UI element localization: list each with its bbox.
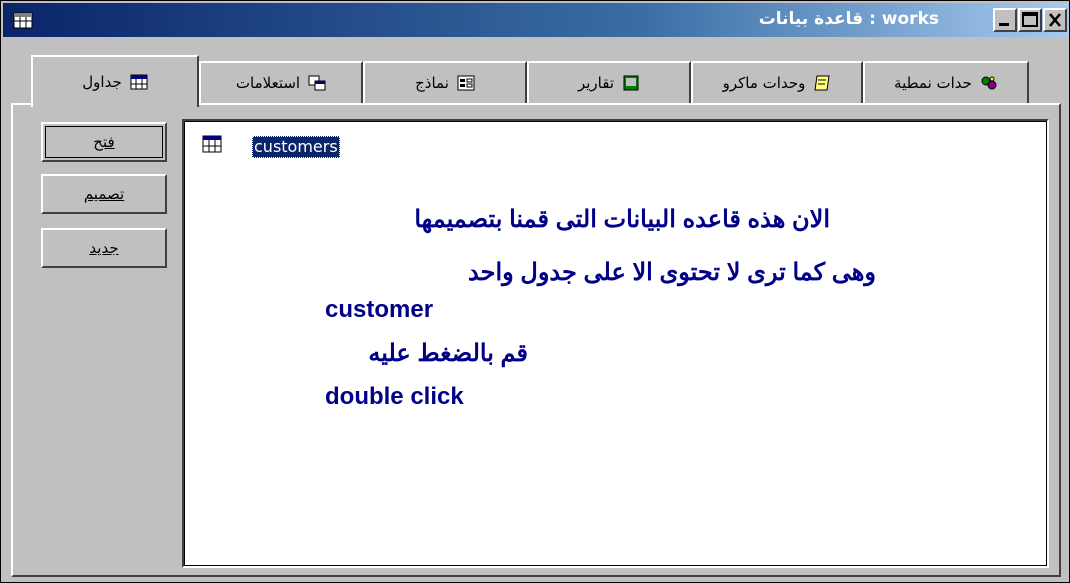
tab-modules[interactable]: حدات نمطية	[863, 61, 1029, 103]
tab-label: استعلامات	[235, 74, 301, 92]
annotation-line-5: double click	[325, 383, 464, 410]
annotation-line-1: الان هذه قاعده البيانات التى قمنا بتصميم…	[414, 206, 830, 233]
form-icon	[457, 75, 475, 91]
tab-forms[interactable]: نماذج	[363, 61, 527, 103]
report-icon	[623, 75, 639, 91]
object-list-frame	[184, 121, 1047, 566]
window-title: works : قاعدة بيانات	[758, 9, 939, 29]
macro-icon	[814, 75, 830, 91]
annotation-line-4: قم بالضغط عليه	[368, 340, 528, 367]
database-window: works : قاعدة بيانات جداول استعلامات نما…	[0, 0, 1070, 583]
annotation-line-3: customer	[325, 296, 434, 323]
close-icon	[1049, 13, 1061, 27]
list-item-customers[interactable]: customers	[252, 136, 340, 158]
tab-reports[interactable]: تقارير	[527, 61, 691, 103]
maximize-icon	[1022, 12, 1038, 27]
minimize-icon	[999, 23, 1009, 26]
annotation-line-2: وهى كما ترى لا تحتوى الا على جدول واحد	[468, 259, 876, 286]
tab-label: حدات نمطية	[894, 74, 972, 92]
close-button[interactable]	[1043, 8, 1067, 32]
object-list[interactable]: customers الان هذه قاعده البيانات التى ق…	[182, 119, 1049, 568]
tab-queries[interactable]: استعلامات	[199, 61, 363, 103]
minimize-button[interactable]	[993, 8, 1017, 32]
table-icon	[202, 135, 222, 153]
tab-label: تقارير	[577, 74, 615, 92]
tab-tables[interactable]: جداول	[31, 55, 199, 107]
tab-label: نماذج	[415, 74, 449, 92]
design-button[interactable]: تصميم	[41, 174, 167, 214]
tab-label: وحدات ماكرو	[722, 74, 806, 92]
title-bar[interactable]: works : قاعدة بيانات	[3, 3, 1069, 37]
new-button[interactable]: جديد	[41, 228, 167, 268]
query-icon	[308, 75, 326, 91]
maximize-button[interactable]	[1018, 8, 1042, 32]
tab-macros[interactable]: وحدات ماكرو	[691, 61, 863, 103]
table-icon	[130, 74, 148, 90]
database-window-icon[interactable]	[13, 10, 33, 30]
open-button[interactable]: فتح	[41, 122, 167, 162]
module-icon	[981, 76, 997, 90]
tab-label: جداول	[82, 73, 122, 91]
